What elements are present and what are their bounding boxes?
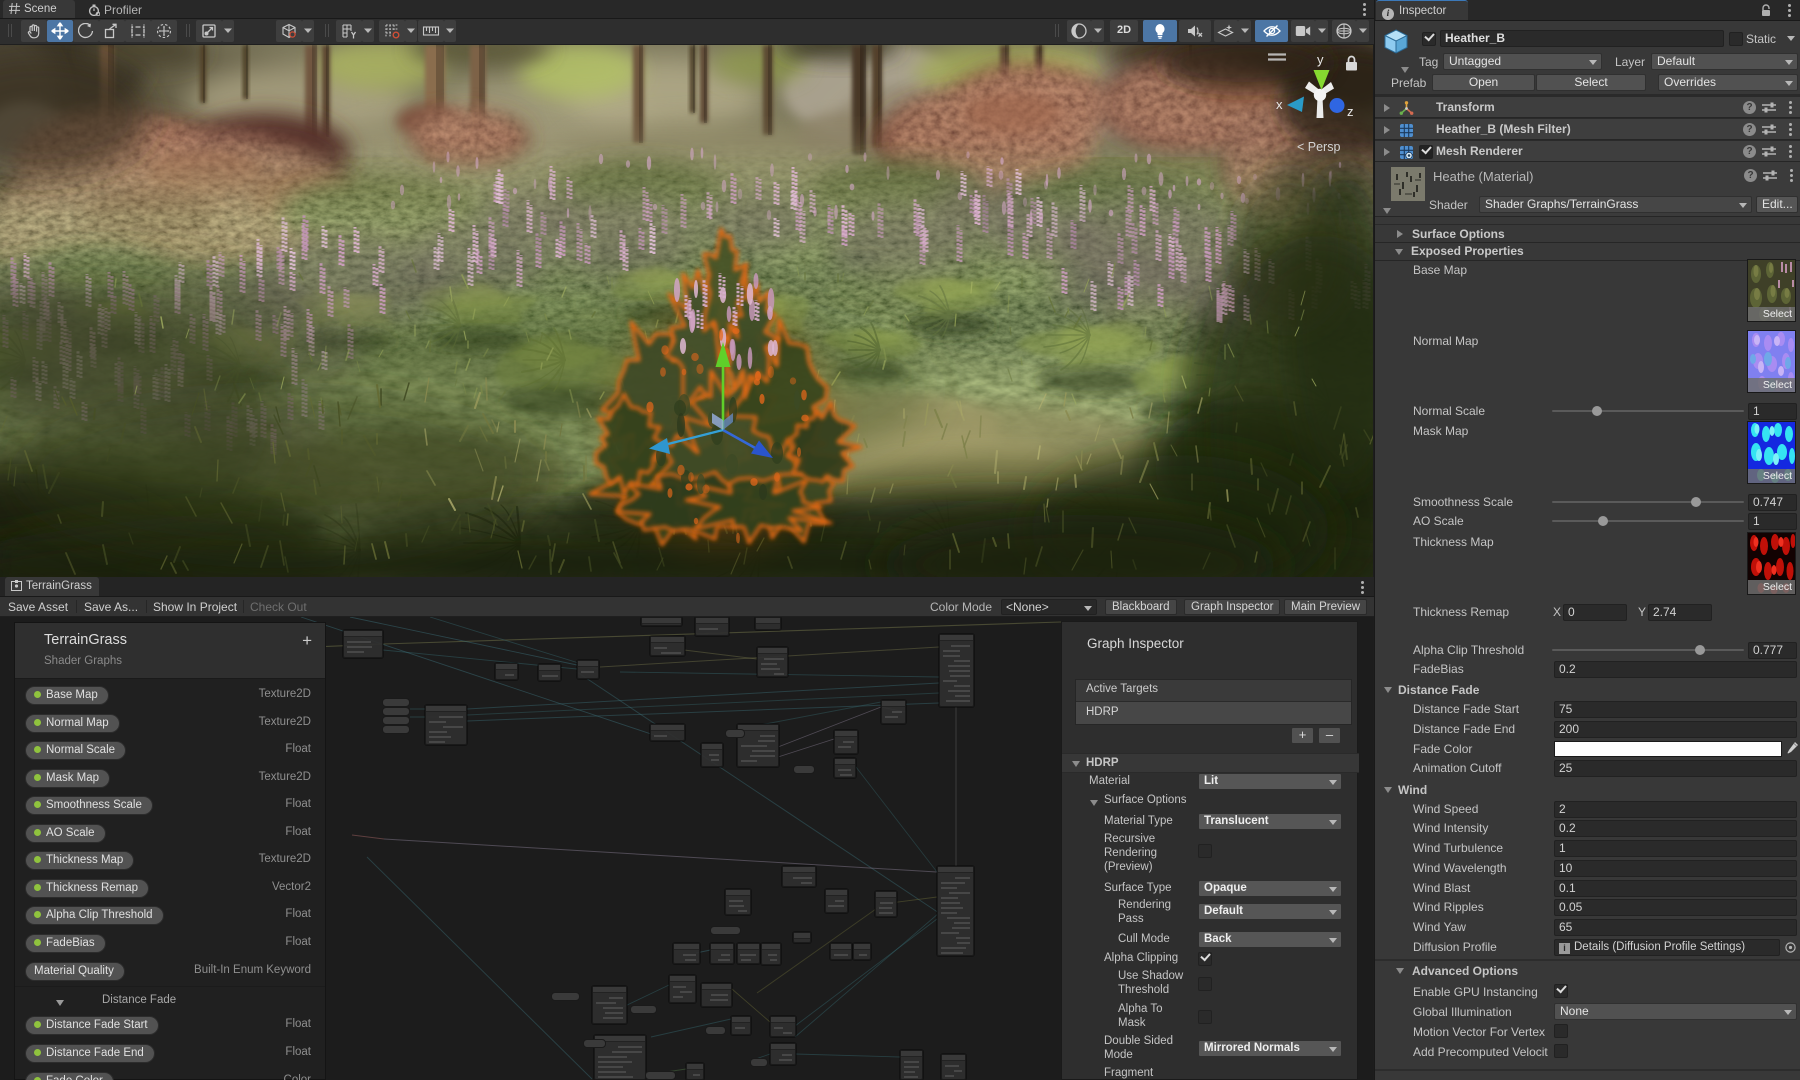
svg-text:z: z <box>1347 104 1354 119</box>
svg-text:y: y <box>1317 52 1324 67</box>
svg-text:< Persp: < Persp <box>1297 140 1340 154</box>
svg-text:x: x <box>1276 97 1283 112</box>
